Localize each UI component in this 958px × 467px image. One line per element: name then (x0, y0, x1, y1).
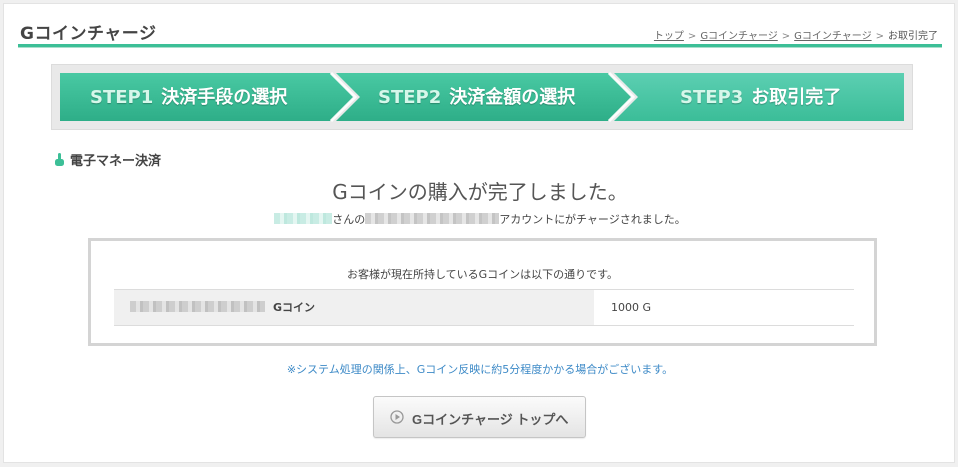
step3-text: お取引完了 (751, 87, 842, 108)
account-charge-message: さんの アカウントにがチャージされました。 (4, 211, 956, 227)
account-text-1: さんの (332, 213, 366, 226)
gcoin-charge-top-button-label: Gコインチャージ トップへ (412, 412, 569, 427)
account-text-2: アカウントにがチャージされました。 (499, 213, 686, 226)
balance-label: Gコイン (273, 301, 316, 314)
balance-label-cell: Gコイン (114, 290, 594, 325)
redacted-account (365, 213, 500, 224)
step3-number: STEP3 (680, 87, 744, 108)
step1-number: STEP1 (90, 87, 154, 108)
completion-message: Gコインの購入が完了しました。 (332, 180, 628, 204)
breadcrumb-separator: > (875, 31, 884, 42)
breadcrumb-link-gcoin-charge[interactable]: Gコインチャージ (700, 31, 777, 42)
breadcrumb-separator: > (781, 31, 791, 42)
step2-number: STEP2 (378, 87, 442, 108)
balance-row: Gコイン 1000 G (114, 289, 854, 326)
section-heading-text: 電子マネー決済 (70, 154, 162, 169)
step-progress-bar: STEP1 決済手段の選択 STEP2 決済金額の選択 STEP3 お取引完了 (51, 64, 913, 130)
redacted-username (274, 213, 333, 224)
step1-text: 決済手段の選択 (161, 87, 288, 108)
gcoin-charge-top-button[interactable]: Gコインチャージ トップへ (373, 396, 586, 438)
finger-pointer-icon (55, 153, 64, 166)
breadcrumb-current: お取引完了 (888, 31, 938, 42)
balance-caption: お客様が現在所持しているGコインは以下の通りです。 (346, 268, 619, 281)
redacted-account-name (130, 301, 265, 312)
step2-text: 決済金額の選択 (449, 87, 576, 108)
title-divider (18, 44, 942, 48)
balance-box: お客様が現在所持しているGコインは以下の通りです。 Gコイン 1000 G (88, 238, 877, 346)
section-heading: 電子マネー決済 (53, 150, 161, 169)
step1-label: STEP1 決済手段の選択 (90, 85, 287, 111)
processing-notice: ※システム処理の関係上、Gコイン反映に約5分程度かかる場合がございます。 (286, 363, 674, 376)
balance-value: 1000 G (611, 301, 652, 314)
breadcrumb: トップ > Gコインチャージ > Gコインチャージ > お取引完了 (654, 27, 938, 42)
step3-label: STEP3 お取引完了 (680, 85, 841, 111)
breadcrumb-link-gcoin-charge-2[interactable]: Gコインチャージ (794, 31, 871, 42)
play-circle-icon (390, 410, 404, 424)
step2-label: STEP2 決済金額の選択 (378, 85, 575, 111)
main-panel: Gコインチャージ トップ > Gコインチャージ > Gコインチャージ > お取引完了 (3, 3, 955, 463)
page-title: Gコインチャージ (20, 24, 157, 44)
breadcrumb-link-top[interactable]: トップ (654, 31, 684, 42)
breadcrumb-separator: > (687, 31, 697, 42)
